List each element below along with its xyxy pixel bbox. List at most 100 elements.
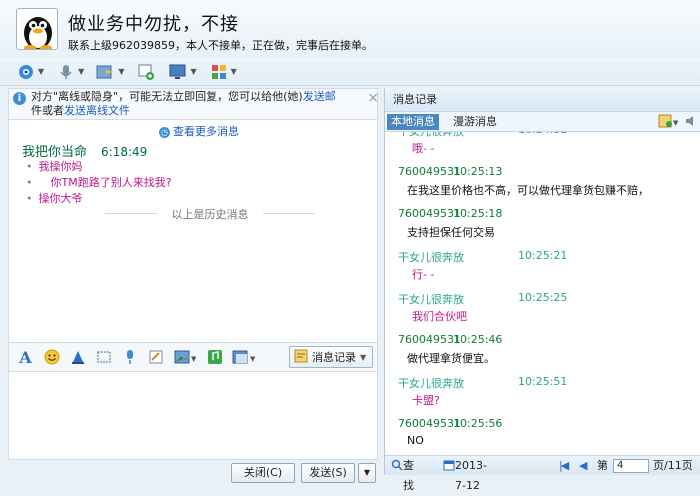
penguin-icon: [24, 17, 52, 49]
log-sender: 干女儿很奔放: [398, 132, 464, 138]
log-message-text: 卡盟?: [412, 394, 440, 407]
message-log: 干女儿很奔放10:24:32哦- -76004953110:25:13在我这里价…: [385, 132, 700, 455]
svg-text:▼: ▼: [191, 355, 196, 363]
log-message-text: 做代理拿货便宜。: [407, 352, 495, 365]
notice-text-2: 件或者: [31, 104, 64, 117]
log-time: 10:25:25: [518, 291, 568, 304]
log-message-header: 干女儿很奔放 10:25:21: [385, 249, 567, 265]
log-time: 10:25:56: [453, 417, 503, 430]
chat-toolbar: ▼ ▼ ▼ ▼ ▼: [0, 58, 700, 86]
history-separator: 以上是历史消息: [105, 206, 315, 221]
svg-text:▼: ▼: [250, 355, 256, 363]
send-button[interactable]: 发送(S): [301, 463, 355, 483]
log-sender: 760049531: [398, 333, 461, 346]
voice-call-button[interactable]: ▼: [54, 61, 86, 83]
close-icon[interactable]: ×: [367, 91, 379, 105]
message-input[interactable]: [8, 372, 378, 460]
view-more-messages-link[interactable]: ◷ 查看更多消息: [159, 123, 239, 139]
tab-roaming-messages[interactable]: 漫游消息: [449, 114, 501, 130]
log-sender: 干女儿很奔放: [398, 293, 464, 306]
more-history-label: 查看更多消息: [173, 125, 239, 138]
search-button[interactable]: 查找: [391, 456, 414, 492]
log-message-header: 760049531 10:25:46: [385, 333, 502, 346]
chevron-down-icon: ▼: [38, 67, 45, 76]
notice-text: 对方"离线或隐身"，可能无法立即回复，您可以给他(她): [31, 90, 303, 103]
input-toolbar: A ▼ ▼ 消息记录 ▼: [8, 342, 378, 372]
chevron-down-icon: ▼: [363, 468, 371, 477]
history-message: • 操你大爷: [26, 192, 83, 205]
apps-button[interactable]: ▼: [207, 61, 239, 83]
window-options-icon[interactable]: ▼: [232, 349, 258, 366]
send-offline-file-link[interactable]: 发送离线文件: [64, 104, 130, 117]
offline-notice: i 对方"离线或隐身"，可能无法立即回复，您可以给他(她)发送邮 件或者发送离线…: [8, 88, 379, 120]
apps-grid-icon: [209, 63, 229, 81]
send-options-button[interactable]: ▼: [358, 463, 376, 483]
log-message-header: 干女儿很奔放 10:24:32: [385, 132, 567, 139]
log-message-header: 760049531 10:25:13: [385, 165, 502, 178]
log-time: 10:25:46: [453, 333, 503, 346]
chevron-down-icon: ▼: [78, 67, 85, 76]
info-icon: i: [13, 92, 26, 105]
history-time: 6:18:49: [101, 145, 148, 159]
log-message-header: 760049531 10:25:56: [385, 417, 502, 430]
chevron-down-icon: ▼: [190, 67, 197, 76]
panel-title: 消息记录: [385, 88, 700, 112]
clock-icon: ◷: [159, 127, 170, 138]
page-suffix: 页/11页: [653, 459, 693, 472]
music-icon[interactable]: [206, 349, 223, 366]
file-transfer-icon: [96, 63, 116, 81]
prev-page-button[interactable]: ◀: [579, 456, 587, 476]
date-picker[interactable]: 2013-7-12: [443, 456, 487, 492]
message-manager-icon[interactable]: ▼: [658, 114, 679, 131]
monitor-icon: [168, 63, 188, 81]
remote-assist-button[interactable]: ▼: [166, 61, 198, 83]
page-prefix: 第: [597, 459, 608, 472]
close-button[interactable]: 关闭(C): [231, 463, 295, 483]
search-icon: [391, 459, 403, 471]
message-record-label: 消息记录: [312, 351, 356, 364]
avatar[interactable]: [16, 8, 58, 50]
contact-name: 做业务中勿扰，不接: [68, 14, 239, 35]
log-time: 10:25:21: [518, 249, 568, 262]
log-message-text: 行- -: [412, 268, 435, 281]
image-icon[interactable]: ▼: [173, 349, 197, 366]
new-chat-button[interactable]: [134, 61, 158, 83]
log-message-text: NO: [407, 434, 424, 447]
chevron-down-icon: ▼: [118, 67, 125, 76]
send-file-button[interactable]: ▼: [94, 61, 126, 83]
log-sender: 干女儿很奔放: [398, 251, 464, 264]
chat-header: 做业务中勿扰，不接 联系上级962039859，本人不接单，正在做，完事后在接单…: [0, 0, 700, 58]
contact-signature: 联系上级962039859，本人不接单，正在做，完事后在接单。: [68, 39, 373, 52]
message-record-icon: [294, 349, 308, 366]
svg-text:▼: ▼: [673, 119, 678, 127]
shake-icon[interactable]: [69, 349, 86, 366]
chevron-down-icon: ▼: [230, 67, 237, 76]
log-time: 10:24:32: [518, 132, 567, 136]
send-email-link[interactable]: 发送邮: [303, 90, 336, 103]
message-record-button[interactable]: 消息记录 ▼: [289, 346, 373, 368]
page-number-input[interactable]: 4: [613, 459, 649, 473]
camera-icon: [16, 63, 36, 81]
first-page-button[interactable]: |◀: [559, 456, 569, 476]
log-time: 10:25:13: [453, 165, 503, 178]
font-icon[interactable]: A: [17, 348, 34, 367]
history-message: • 你TM跑路了别人来找我?: [26, 176, 172, 189]
log-sender: 干女儿很奔放: [398, 377, 464, 390]
date-label: 2013-7-12: [455, 459, 487, 492]
log-message-header: 760049531 10:25:18: [385, 207, 502, 220]
log-message-header: 干女儿很奔放 10:25:25: [385, 291, 567, 307]
log-time: 10:25:18: [453, 207, 503, 220]
scribble-icon[interactable]: [147, 349, 164, 366]
voice-message-icon[interactable]: [121, 349, 138, 366]
emoji-icon[interactable]: [43, 349, 60, 366]
log-message-text: 支持担保任何交易: [407, 226, 495, 239]
screenshot-icon[interactable]: [95, 349, 112, 366]
video-call-button[interactable]: ▼: [14, 61, 46, 83]
log-message-text: 在我这里价格也不高，可以做代理拿货包赚不赔，: [407, 184, 649, 197]
chevron-down-icon: ▼: [360, 352, 367, 362]
tab-local-messages[interactable]: 本地消息: [387, 114, 439, 130]
log-time: 10:25:51: [518, 375, 568, 388]
speaker-icon[interactable]: [684, 114, 698, 131]
history-message: • 我操你妈: [26, 160, 83, 173]
log-message-header: 干女儿很奔放 10:25:51: [385, 375, 567, 391]
